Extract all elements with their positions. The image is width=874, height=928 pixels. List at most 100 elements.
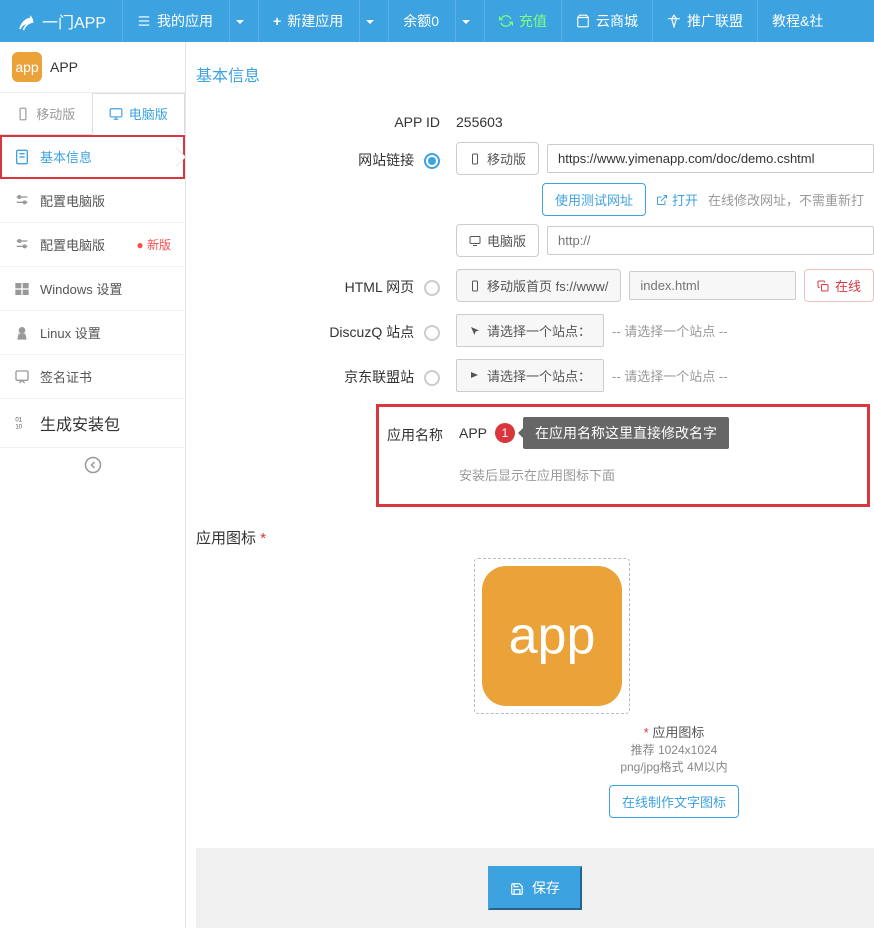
mobile-url-button[interactable]: 移动版 xyxy=(456,142,539,175)
nav-tutorial[interactable]: 教程&社 xyxy=(757,0,837,42)
app-icon-small: app xyxy=(12,52,42,82)
tab-mobile[interactable]: 移动版 xyxy=(0,93,92,134)
menu-windows[interactable]: Windows 设置 xyxy=(0,267,185,311)
discuz-select-button[interactable]: 请选择一个站点： xyxy=(456,314,604,347)
label-html: HTML 网页 xyxy=(196,269,456,297)
label-app-id: APP ID xyxy=(196,106,456,130)
icon-upload-box[interactable]: app xyxy=(474,558,630,714)
url-hint: 在线修改网址，不需重新打 xyxy=(708,190,864,209)
linux-icon xyxy=(14,325,30,341)
diamond-icon xyxy=(667,14,681,28)
bag-icon xyxy=(576,14,590,28)
menu-config-desktop[interactable]: 配置电脑版 xyxy=(0,179,185,223)
app-name-hint: 安装后显示在应用图标下面 xyxy=(459,465,867,484)
external-icon xyxy=(656,194,668,206)
windows-icon xyxy=(14,281,30,297)
row-html: HTML 网页 移动版首页 fs://www/ 在线 xyxy=(196,269,874,302)
icon-section: 应用图标 * app * 应用图标 推荐 1024x1024 png/jpg格式… xyxy=(196,527,874,818)
radio-discuz[interactable] xyxy=(424,325,440,341)
main-content: 基本信息 APP ID 255603 网站链接 移动版 使用测试网址 xyxy=(186,42,874,928)
app-header: app APP xyxy=(0,42,185,93)
sidebar-menu: 基本信息 配置电脑版 配置电脑版 ● 新版 Windows 设置 Linux 设… xyxy=(0,135,185,448)
sidebar: app APP 移动版 电脑版 基本信息 配置电脑版 xyxy=(0,42,186,928)
value-app-id: 255603 xyxy=(456,106,874,130)
leaf-icon xyxy=(16,11,36,31)
top-nav: 一门APP 我的应用 + 新建应用 余额0 充值 云商城 推广联盟 教程&社 xyxy=(0,0,874,42)
sliders-icon xyxy=(14,237,30,253)
app-icon-large: app xyxy=(482,566,622,706)
label-jd: 京东联盟站 xyxy=(196,359,456,387)
nav-balance[interactable]: 余额0 xyxy=(388,0,484,42)
mobile-icon xyxy=(469,280,481,292)
mobile-icon xyxy=(16,107,30,121)
radio-html[interactable] xyxy=(424,280,440,296)
list-icon xyxy=(137,14,151,28)
menu-linux[interactable]: Linux 设置 xyxy=(0,311,185,355)
app-name-label: APP xyxy=(50,59,78,75)
brand-text: 一门APP xyxy=(42,9,106,33)
jd-placeholder: -- 请选择一个站点 -- xyxy=(612,366,728,385)
menu-build[interactable]: 0110 生成安装包 xyxy=(0,399,185,448)
nav-new-app[interactable]: + 新建应用 xyxy=(258,0,388,42)
desktop-url-input[interactable] xyxy=(547,226,874,255)
row-jd: 京东联盟站 请选择一个站点： -- 请选择一个站点 -- xyxy=(196,359,874,392)
menu-config-desktop-new[interactable]: 配置电脑版 ● 新版 xyxy=(0,223,185,267)
step-badge: 1 xyxy=(495,423,515,443)
svg-text:01: 01 xyxy=(15,418,22,424)
radio-url[interactable] xyxy=(424,153,440,169)
desktop-icon xyxy=(109,107,123,121)
collapse-sidebar-button[interactable] xyxy=(0,448,185,485)
desktop-icon xyxy=(469,235,481,247)
chevron-left-icon xyxy=(84,456,102,474)
section-title: 基本信息 xyxy=(196,62,874,86)
html-home-button[interactable]: 移动版首页 fs://www/ xyxy=(456,269,621,302)
plus-icon: + xyxy=(273,13,281,29)
desktop-url-button[interactable]: 电脑版 xyxy=(456,224,539,257)
label-app-name: 应用名称 xyxy=(379,417,459,445)
label-discuz: DiscuzQ 站点 xyxy=(196,314,456,342)
brand[interactable]: 一门APP xyxy=(0,9,122,33)
cursor-icon xyxy=(469,325,481,337)
icon-section-title: 应用图标 * xyxy=(196,527,874,548)
doc-icon xyxy=(14,149,30,165)
nav-cloud-mall[interactable]: 云商城 xyxy=(561,0,652,42)
platform-tabs: 移动版 电脑版 xyxy=(0,93,185,135)
save-button[interactable]: 保存 xyxy=(488,866,582,910)
caret-down-icon xyxy=(366,20,374,28)
caret-down-icon xyxy=(236,20,244,28)
icon-info: * 应用图标 推荐 1024x1024 png/jpg格式 4M以内 xyxy=(474,722,874,775)
refresh-icon xyxy=(499,14,513,28)
discuz-placeholder: -- 请选择一个站点 -- xyxy=(612,321,728,340)
html-file-input xyxy=(629,271,796,300)
make-icon-button[interactable]: 在线制作文字图标 xyxy=(609,785,739,818)
nav-promo[interactable]: 推广联盟 xyxy=(652,0,757,42)
sliders-icon xyxy=(14,193,30,209)
tab-desktop[interactable]: 电脑版 xyxy=(92,93,186,135)
binary-icon: 0110 xyxy=(14,415,30,431)
svg-text:10: 10 xyxy=(15,424,22,430)
new-badge: ● 新版 xyxy=(136,236,171,253)
footer-bar: 保存 xyxy=(196,848,874,928)
row-app-id: APP ID 255603 xyxy=(196,106,874,130)
nav-my-apps[interactable]: 我的应用 xyxy=(122,0,258,42)
nav-recharge[interactable]: 充值 xyxy=(484,0,561,42)
certificate-icon xyxy=(14,369,30,385)
app-name-value[interactable]: APP xyxy=(459,425,487,441)
app-name-highlight: 应用名称 APP 1 在应用名称这里直接修改名字 安装后显示在应用图标下面 xyxy=(376,404,870,507)
open-link[interactable]: 打开 xyxy=(656,190,698,209)
mobile-url-input[interactable] xyxy=(547,144,874,173)
caret-down-icon xyxy=(462,20,470,28)
menu-signing[interactable]: 签名证书 xyxy=(0,355,185,399)
save-icon xyxy=(510,882,524,896)
flag-icon xyxy=(469,370,481,382)
tooltip: 在应用名称这里直接修改名字 xyxy=(523,417,729,449)
jd-select-button[interactable]: 请选择一个站点： xyxy=(456,359,604,392)
row-discuz: DiscuzQ 站点 请选择一个站点： -- 请选择一个站点 -- xyxy=(196,314,874,347)
menu-basic-info[interactable]: 基本信息 xyxy=(0,135,185,179)
copy-icon xyxy=(817,280,829,292)
radio-jd[interactable] xyxy=(424,370,440,386)
mobile-icon xyxy=(469,153,481,165)
html-online-button[interactable]: 在线 xyxy=(804,269,874,302)
test-url-button[interactable]: 使用测试网址 xyxy=(542,183,646,216)
row-url: 网站链接 移动版 使用测试网址 打开 在线修改网址，不需重新打 xyxy=(196,142,874,257)
